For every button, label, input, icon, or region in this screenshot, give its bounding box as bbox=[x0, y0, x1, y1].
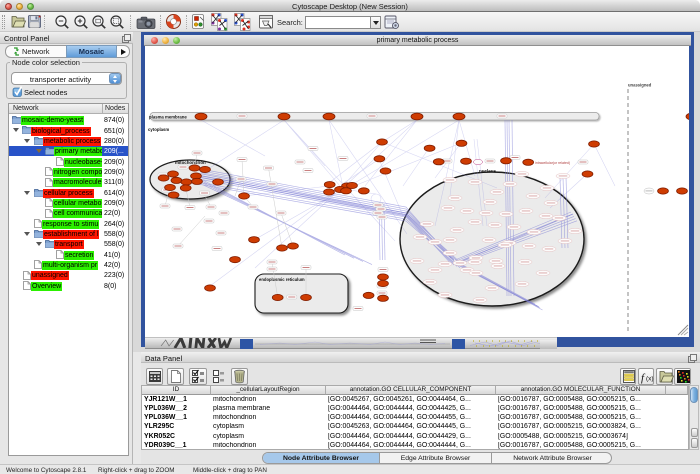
svg-text:unassigned: unassigned bbox=[628, 83, 652, 88]
svg-text:endoplasmic reticulum: endoplasmic reticulum bbox=[259, 277, 305, 282]
svg-text:cytoplasm: cytoplasm bbox=[148, 127, 169, 132]
svg-text:nucleus: nucleus bbox=[479, 169, 497, 174]
svg-text:intracellular(or related): intracellular(or related) bbox=[535, 161, 570, 165]
svg-text:mitochondrion: mitochondrion bbox=[175, 160, 206, 165]
svg-text:plasma membrane: plasma membrane bbox=[149, 115, 187, 120]
svg-text:(x): (x) bbox=[646, 376, 654, 383]
